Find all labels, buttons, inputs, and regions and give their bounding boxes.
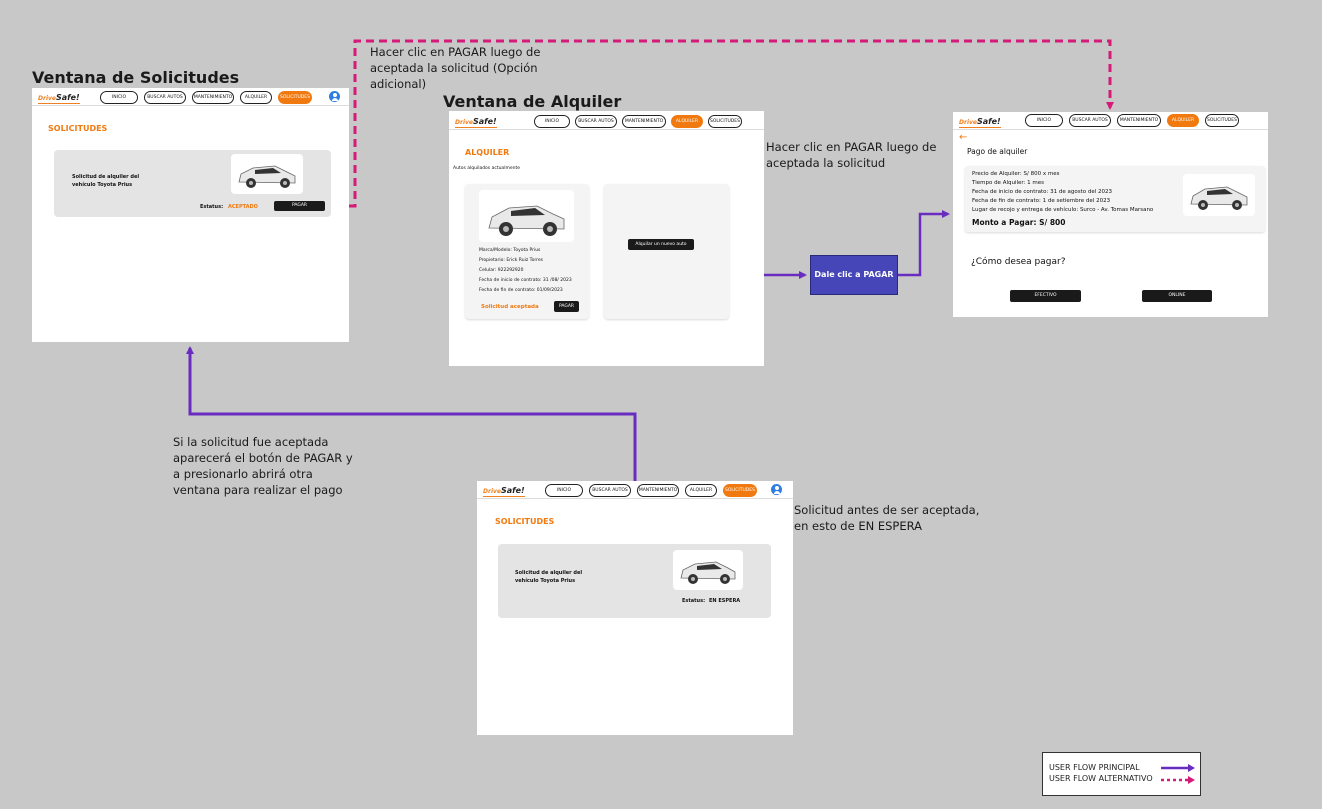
cash-button[interactable]: EFECTIVO [1010, 290, 1081, 302]
nav-mantenimiento[interactable]: MANTENIMIENTO [622, 115, 666, 128]
page-heading: Pago de alquiler [967, 147, 1028, 156]
card-title-line2: vehículo Toyota Prius [72, 182, 133, 188]
logo: DriveSafe! [483, 486, 525, 497]
accepted-annotation: Si la solicitud fue aceptada aparecerá e… [173, 435, 353, 497]
detail-owner: Propietario: Erick Ruiz Torres [479, 258, 543, 263]
nav-inicio[interactable]: INICIO [545, 484, 583, 497]
nav-solicitudes[interactable]: SOLICITUDES [723, 484, 757, 497]
main-click-annotation: Hacer clic en PAGAR luego de aceptada la… [766, 140, 937, 170]
nav-buscar-autos[interactable]: BUSCAR AUTOS [1069, 114, 1111, 127]
status-value: EN ESPERA [709, 598, 741, 604]
status-value: ACEPTADO [228, 204, 258, 210]
nav-solicitudes[interactable]: SOLICITUDES [278, 91, 312, 104]
logo: DriveSafe! [455, 117, 497, 128]
main-flow-connector-pago [896, 210, 950, 277]
nav-alquiler[interactable]: ALQUILER [685, 484, 717, 497]
logo: DriveSafe! [959, 117, 1001, 128]
detail-phone: Celular: 922292920 [479, 268, 524, 273]
pay-button[interactable]: PAGAR [554, 301, 579, 312]
nav-solicitudes[interactable]: SOLICITUDES [708, 115, 742, 128]
legend: USER FLOW PRINCIPAL USER FLOW ALTERNATIV… [1042, 752, 1201, 796]
legend-alt-label: USER FLOW ALTERNATIVO [1049, 774, 1153, 783]
detail-start-date: Fecha de inicio de contrato: 31 /08/ 202… [479, 278, 572, 283]
nav-buscar-autos[interactable]: BUSCAR AUTOS [144, 91, 186, 104]
car-image [231, 154, 303, 194]
payment-summary-card: Precio de Alquiler: S/ 800 x mes Tiempo … [965, 166, 1265, 232]
espera-window: DriveSafe! INICIO BUSCAR AUTOS MANTENIMI… [477, 481, 793, 735]
nav-mantenimiento[interactable]: MANTENIMIENTO [637, 484, 679, 497]
nav-solicitudes[interactable]: SOLICITUDES [1205, 114, 1239, 127]
car-image [673, 550, 743, 590]
detail-end-date: Fecha de fin de contrato: 1 de setiembre… [972, 198, 1111, 204]
navbar: INICIO BUSCAR AUTOS MANTENIMIENTO ALQUIL… [534, 115, 742, 128]
card-title-line1: Solicitud de alquiler del [72, 174, 140, 180]
pay-button[interactable]: PAGAR [274, 201, 325, 211]
nav-buscar-autos[interactable]: BUSCAR AUTOS [575, 115, 617, 128]
card-title-line1: Solicitud de alquiler del [515, 570, 583, 576]
car-image [1183, 174, 1255, 216]
nav-inicio[interactable]: INICIO [534, 115, 570, 128]
nav-divider [953, 129, 1268, 130]
legend-main-label: USER FLOW PRINCIPAL [1049, 763, 1140, 772]
card-title-line2: vehículo Toyota Prius [515, 578, 576, 584]
nav-inicio[interactable]: INICIO [100, 91, 138, 104]
request-card: Solicitud de alquiler del vehículo Toyot… [498, 544, 771, 618]
status-label: Estatus: [682, 598, 706, 604]
navbar: INICIO BUSCAR AUTOS MANTENIMIENTO ALQUIL… [545, 484, 757, 497]
detail-start-date: Fecha de inicio de contrato: 31 de agost… [972, 189, 1112, 195]
navbar: INICIO BUSCAR AUTOS MANTENIMIENTO ALQUIL… [1025, 114, 1239, 127]
user-icon[interactable] [771, 484, 782, 495]
alt-flow-annotation: Hacer clic en PAGAR luego de aceptada la… [370, 45, 541, 91]
solicitudes-window: DriveSafe! INICIO BUSCAR AUTOS MANTENIMI… [32, 88, 349, 342]
pago-window: DriveSafe! INICIO BUSCAR AUTOS MANTENIMI… [953, 112, 1268, 317]
detail-brand: Marca/Modelo: Toyota Prius [479, 248, 541, 253]
alquiler-window: DriveSafe! INICIO BUSCAR AUTOS MANTENIMI… [449, 111, 764, 366]
car-image [479, 190, 574, 242]
user-icon[interactable] [329, 91, 340, 102]
legend-arrows [1161, 764, 1195, 784]
solicitudes-window-title: Ventana de Solicitudes [32, 68, 240, 87]
navbar: INICIO BUSCAR AUTOS MANTENIMIENTO ALQUIL… [100, 91, 312, 104]
nav-divider [32, 105, 349, 106]
nav-mantenimiento[interactable]: MANTENIMIENTO [192, 91, 234, 104]
nav-alquiler[interactable]: ALQUILER [671, 115, 703, 128]
logo: DriveSafe! [38, 93, 80, 104]
pending-annotation: Solicitud antes de ser aceptada, en esto… [794, 503, 980, 533]
status-label: Estatus: [200, 204, 224, 210]
rented-car-card: Marca/Modelo: Toyota Prius Propietario: … [465, 184, 589, 319]
detail-price: Precio de Alquiler: S/ 800 x mes [972, 171, 1060, 177]
nav-inicio[interactable]: INICIO [1025, 114, 1063, 127]
nav-mantenimiento[interactable]: MANTENIMIENTO [1117, 114, 1161, 127]
new-car-button[interactable]: Alquilar un nuevo auto [628, 239, 694, 250]
total-amount: Monto a Pagar: S/ 800 [972, 218, 1066, 227]
nav-divider [477, 498, 793, 499]
page-heading: SOLICITUDES [495, 517, 555, 526]
back-arrow-icon[interactable]: ← [959, 132, 967, 143]
detail-end-date: Fecha de fin de contrato: 01/09/2023 [479, 288, 563, 293]
page-heading: SOLICITUDES [48, 124, 108, 133]
status-value: Solicitud aceptada [481, 304, 539, 310]
payment-question: ¿Cómo desea pagar? [971, 257, 1066, 267]
nav-alquiler[interactable]: ALQUILER [240, 91, 272, 104]
online-button[interactable]: ONLINE [1142, 290, 1212, 302]
nav-alquiler[interactable]: ALQUILER [1167, 114, 1199, 127]
page-heading: ALQUILER [465, 148, 510, 157]
page-subheading: Autos alquilados actualmente [453, 166, 520, 171]
alquiler-window-title: Ventana de Alquiler [443, 92, 622, 111]
new-rental-card: Alquilar un nuevo auto [604, 184, 729, 319]
nav-divider [449, 129, 764, 130]
nav-buscar-autos[interactable]: BUSCAR AUTOS [589, 484, 631, 497]
request-card: Solicitud de alquiler del vehículo Toyot… [54, 150, 331, 217]
detail-duration: Tiempo de Alquiler: 1 mes [972, 180, 1045, 186]
step-box-pay: Dale clic a PAGAR [810, 255, 898, 295]
detail-location: Lugar de recojo y entrega de vehículo: S… [972, 207, 1154, 213]
